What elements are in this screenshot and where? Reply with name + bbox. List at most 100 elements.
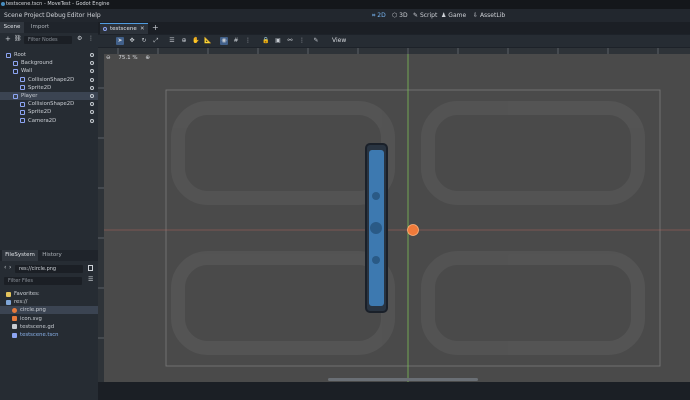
snap-options-icon[interactable]: ⋮	[244, 37, 252, 45]
more-icon[interactable]: ⋮	[88, 35, 94, 42]
visibility-eye-icon[interactable]	[90, 77, 94, 82]
menu-bar: Scene Project Debug Editor Help ⌗ 2D ⬡ 3…	[0, 9, 690, 22]
scene-node-label: CollisionShape2D	[28, 76, 75, 83]
split-view-icon[interactable]	[88, 265, 93, 271]
visibility-eye-icon[interactable]	[90, 53, 94, 57]
back-icon[interactable]: ‹	[4, 264, 6, 271]
visibility-eye-icon[interactable]	[90, 69, 94, 74]
left-dock: Scene Import + ⛓ Filter Nodes ⚙ ⋮ Root Ba…	[0, 22, 98, 400]
tab-import[interactable]: Import	[24, 22, 56, 33]
tab-scene[interactable]: Scene	[0, 22, 24, 33]
workspace-2d[interactable]: ⌗ 2D	[372, 9, 386, 22]
scene-icon	[12, 332, 17, 338]
scene-node-sprite2d[interactable]: Sprite2D	[0, 108, 98, 116]
file-item-label: res://	[14, 299, 28, 306]
path-field[interactable]: res://circle.png	[15, 265, 83, 273]
visibility-eye-icon[interactable]	[90, 61, 94, 66]
visibility-eye-icon[interactable]	[90, 118, 94, 123]
skeleton-icon[interactable]: ⚯	[286, 37, 294, 45]
sprite-icon	[20, 85, 25, 91]
window-titlebar: testscene.tscn - MoveTest - Godot Engine	[0, 0, 690, 9]
scene-node-sprite2d[interactable]: Sprite2D	[0, 84, 98, 92]
lock-icon[interactable]: 🔒	[262, 37, 270, 45]
workspace-3d[interactable]: ⬡ 3D	[392, 9, 408, 22]
scale-tool-icon[interactable]: ⤢	[152, 37, 160, 45]
file-item-circle-png[interactable]: circle.png	[0, 306, 98, 315]
filter-nodes-input[interactable]: Filter Nodes	[24, 36, 72, 44]
workspace-game[interactable]: ♟ Game	[441, 9, 466, 22]
visibility-eye-icon[interactable]	[90, 102, 94, 107]
scene-node-wall[interactable]: Wall	[0, 67, 98, 75]
tab-history[interactable]: History	[38, 250, 66, 261]
godot-logo-icon	[1, 2, 5, 6]
new-scene-tab-icon[interactable]: +	[152, 23, 159, 32]
visibility-eye-icon[interactable]	[90, 94, 94, 98]
scene-node-player[interactable]: Player	[0, 92, 98, 100]
scene-dock-tabs: Scene Import	[0, 22, 98, 33]
image-icon	[12, 316, 17, 322]
close-tab-icon[interactable]: ✕	[140, 24, 145, 34]
menu-editor[interactable]: Editor	[67, 9, 85, 22]
filesystem-tree: Favorites: res://circle.png icon.svg testsc…	[0, 290, 98, 400]
file-item-testscene-gd[interactable]: testscene.gd	[0, 323, 98, 331]
pin-icon[interactable]: ✎	[312, 37, 320, 45]
select-tool-icon[interactable]: ➤	[116, 37, 124, 45]
workspace-script[interactable]: ✎ Script	[413, 9, 437, 22]
pivot-tool-icon[interactable]: ⊕	[180, 37, 188, 45]
tab-filesystem[interactable]: FileSystem	[2, 250, 38, 261]
menu-scene[interactable]: Scene	[4, 9, 22, 22]
file-item-testscene-tscn[interactable]: testscene.tscn	[0, 331, 98, 339]
visibility-eye-icon[interactable]	[90, 85, 94, 90]
file-item-label: testscene.tscn	[20, 332, 59, 338]
group-icon[interactable]: ▣	[274, 37, 282, 45]
rotate-tool-icon[interactable]: ↻	[140, 37, 148, 45]
file-item-label: testscene.gd	[20, 323, 55, 330]
scene-tab-testscene[interactable]: testscene ✕	[100, 23, 148, 34]
collision-icon	[20, 101, 25, 107]
file-item-label: icon.svg	[20, 315, 42, 322]
folder-icon	[6, 299, 11, 305]
scene-node-root[interactable]: Root	[0, 51, 98, 59]
2d-viewport[interactable]: ⊖ 75.1 % ⊕	[98, 48, 690, 400]
scene-node-label: Background	[21, 60, 53, 67]
viewport-canvas	[98, 48, 690, 400]
filter-files-input[interactable]: Filter Files	[4, 277, 82, 285]
scene-root-icon	[103, 27, 107, 31]
zoom-in-icon[interactable]: ⊕	[145, 55, 150, 61]
scene-node-label: Sprite2D	[28, 109, 52, 116]
script-icon: ✎	[413, 12, 420, 19]
file-item-label: Favorites:	[14, 291, 40, 297]
scene-node-camera2d[interactable]: Camera2D	[0, 117, 98, 125]
more-options-icon[interactable]: ⋮	[298, 37, 306, 45]
zoom-level[interactable]: 75.1 %	[118, 55, 137, 61]
scene-tabs-bar: testscene ✕ +	[98, 22, 690, 34]
pan-tool-icon[interactable]: ✋	[192, 37, 200, 45]
grid-snap-icon[interactable]: #	[232, 37, 240, 45]
add-node-icon[interactable]: +	[5, 35, 11, 43]
forward-icon[interactable]: ›	[9, 264, 11, 271]
filter-options-icon[interactable]: ⚙	[77, 35, 82, 42]
ruler-tool-icon[interactable]: 📐	[204, 37, 212, 45]
link-icon[interactable]: ⛓	[14, 35, 22, 42]
visibility-eye-icon[interactable]	[90, 110, 94, 115]
scene-node-background[interactable]: Background	[0, 59, 98, 67]
scene-node-label: CollisionShape2D	[28, 101, 75, 108]
view-menu[interactable]: View	[332, 35, 346, 47]
scene-node-collisionshape2d[interactable]: CollisionShape2D	[0, 100, 98, 108]
zoom-out-icon[interactable]: ⊖	[106, 55, 111, 61]
file-item-favorites-[interactable]: Favorites:	[0, 290, 98, 298]
file-item-icon-svg[interactable]: icon.svg	[0, 315, 98, 323]
scene-tree: Root Background Wall CollisionShape2D Sprite…	[0, 51, 98, 251]
menu-project[interactable]: Project	[24, 9, 45, 22]
filesystem-path-bar: ‹ › res://circle.png	[0, 263, 98, 274]
move-tool-icon[interactable]: ✥	[128, 37, 136, 45]
scene-node-collisionshape2d[interactable]: CollisionShape2D	[0, 76, 98, 84]
menu-help[interactable]: Help	[87, 9, 101, 22]
workspace-assetlib[interactable]: ⇩ AssetLib	[473, 9, 505, 22]
menu-debug[interactable]: Debug	[46, 9, 66, 22]
sort-icon[interactable]: ☰	[88, 276, 93, 283]
list-select-icon[interactable]: ☰	[168, 37, 176, 45]
smart-snap-icon[interactable]: ◉	[220, 37, 228, 45]
file-item-res-[interactable]: res://	[0, 298, 98, 306]
star-icon	[6, 291, 11, 297]
